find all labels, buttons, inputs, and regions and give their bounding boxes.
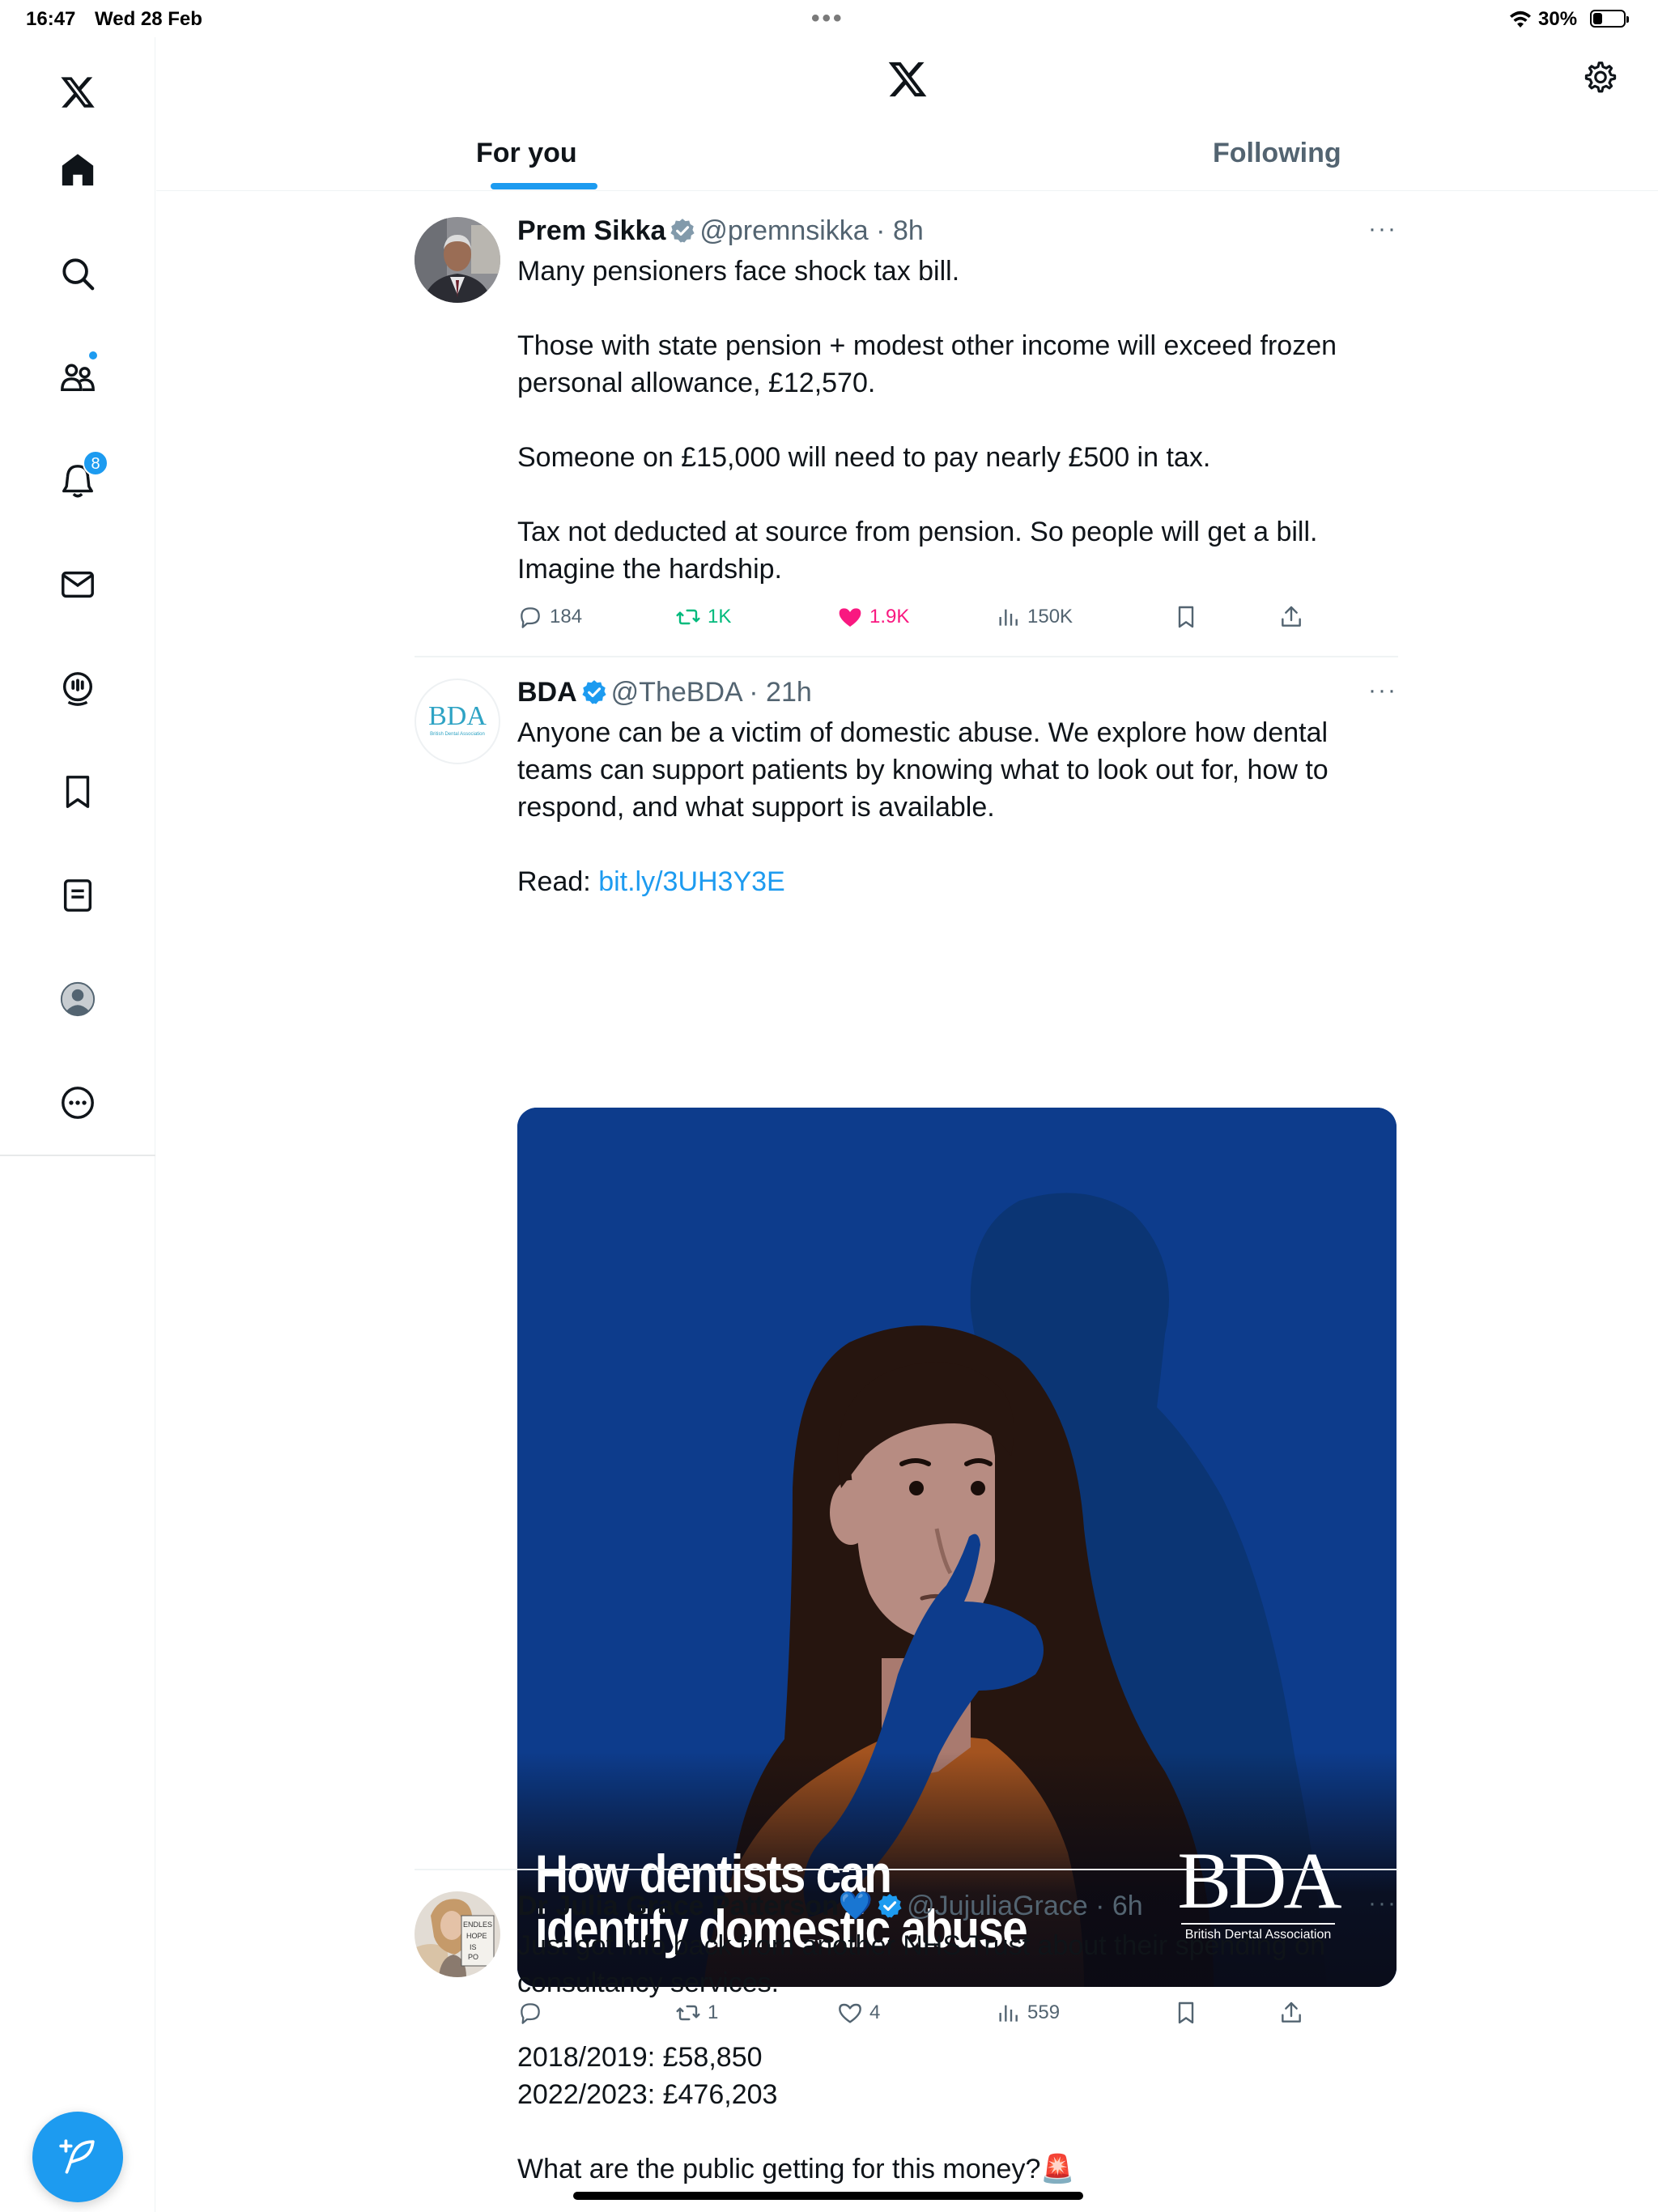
more-options-icon[interactable]: ··· — [1368, 215, 1397, 243]
avatar[interactable] — [414, 217, 500, 303]
verified-badge-icon — [582, 680, 606, 704]
notifications-badge: 8 — [83, 450, 108, 476]
tweet-time[interactable]: 8h — [893, 215, 924, 246]
wifi-icon — [1510, 11, 1531, 28]
more-options-icon[interactable]: ··· — [1368, 1890, 1397, 1917]
spaces-icon — [62, 672, 93, 706]
share-button[interactable] — [1278, 601, 1304, 633]
reply-button[interactable]: 184 — [517, 601, 582, 633]
nav-lists[interactable] — [45, 863, 110, 928]
avatar[interactable]: ENDLES HOPE IS PO — [414, 1891, 500, 1977]
svg-text:IS: IS — [470, 1943, 477, 1951]
bookmark-icon — [66, 776, 90, 808]
tab-following[interactable]: Following — [1213, 138, 1341, 169]
verified-badge-icon — [670, 219, 695, 243]
tweet-actions: 184 1K 1.9K 150K — [517, 601, 1367, 633]
bookmark-button[interactable] — [1173, 601, 1199, 633]
tweet-author-name[interactable]: Prem Sikka — [517, 215, 665, 246]
avatar[interactable]: BDA British Dental Association — [414, 678, 500, 764]
home-icon — [62, 154, 94, 186]
tweet-media-image[interactable]: How dentists can identify domestic abuse… — [517, 1108, 1397, 1987]
timeline-header: For you Following — [156, 37, 1658, 191]
tweet-header: Dr Julia Grace Patterson💙 @JujuliaGrace ·… — [517, 1891, 1143, 1921]
more-circle-icon — [62, 1087, 94, 1119]
tweet-header: Prem Sikka @premnsikka · 8h — [517, 215, 924, 246]
communities-icon — [61, 364, 95, 392]
communities-dot — [87, 350, 99, 361]
nav-home[interactable] — [45, 138, 110, 202]
svg-text:PO: PO — [468, 1953, 478, 1961]
home-indicator[interactable] — [573, 2192, 1083, 2200]
nav-notifications[interactable]: 8 — [45, 449, 110, 513]
retweet-button[interactable]: 1K — [675, 601, 731, 633]
like-button[interactable]: 1.9K — [837, 601, 909, 633]
nav-bookmarks[interactable] — [45, 759, 110, 824]
tweet-text: Many pensioners face shock tax bill. Tho… — [517, 256, 1337, 585]
battery-icon — [1590, 10, 1629, 28]
nav-spaces[interactable] — [45, 656, 110, 721]
gear-icon[interactable] — [1583, 60, 1618, 96]
tweet-author-name[interactable]: BDA — [517, 677, 577, 708]
share-icon — [1282, 606, 1301, 627]
tweet-handle[interactable]: @premnsikka — [699, 215, 868, 246]
tweet-divider — [414, 656, 1398, 657]
verified-badge-icon — [878, 1894, 902, 1918]
status-bar: 16:47 Wed 28 Feb ••• 30% — [0, 0, 1658, 37]
svg-text:HOPE: HOPE — [466, 1932, 487, 1940]
list-icon — [63, 879, 92, 912]
tweet-link[interactable]: bit.ly/3UH3Y3E — [598, 866, 785, 897]
nav-communities[interactable] — [45, 345, 110, 410]
tab-for-you[interactable]: For you — [476, 138, 577, 169]
views-bar-chart-icon — [999, 609, 1018, 626]
mail-icon — [62, 571, 94, 598]
heart-filled-icon — [839, 608, 861, 627]
more-options-icon[interactable]: ··· — [1368, 677, 1397, 704]
tweet-header: BDA @TheBDA · 21h — [517, 677, 812, 708]
nav-messages[interactable] — [45, 552, 110, 617]
active-tab-indicator — [491, 183, 597, 189]
x-logo-icon[interactable] — [885, 58, 930, 100]
tweet-handle[interactable]: @JujuliaGrace — [907, 1891, 1088, 1921]
compose-button[interactable] — [32, 2112, 123, 2202]
bookmark-icon — [1178, 606, 1194, 628]
svg-text:ENDLES: ENDLES — [463, 1921, 492, 1929]
tweet-text: Anyone can be a victim of domestic abuse… — [517, 717, 1329, 897]
multitasking-dots-icon[interactable]: ••• — [811, 5, 844, 32]
retweet-icon — [676, 609, 700, 625]
sidebar: 8 — [0, 37, 155, 2212]
tweet-author-name[interactable]: Dr Julia Grace Patterson💙 — [517, 1891, 873, 1921]
reply-icon — [521, 607, 540, 628]
tweet-text: Just got info back from another NHS Trus… — [517, 1930, 1325, 2184]
nav-explore[interactable] — [45, 241, 110, 306]
nav-profile[interactable] — [45, 967, 110, 1032]
tweet-handle[interactable]: @TheBDA — [611, 677, 742, 708]
sidebar-divider — [0, 1155, 155, 1156]
tweet-divider — [414, 1869, 1398, 1870]
search-icon — [62, 258, 95, 291]
tweet-time[interactable]: 21h — [766, 677, 812, 708]
status-date: Wed 28 Feb — [95, 8, 202, 30]
x-logo-icon[interactable] — [45, 60, 110, 125]
battery-percent: 30% — [1538, 8, 1578, 30]
views-button[interactable]: 150K — [995, 601, 1073, 633]
feather-plus-icon — [59, 2139, 95, 2174]
status-time: 16:47 — [26, 8, 76, 30]
profile-icon — [60, 981, 96, 1017]
tweet-time[interactable]: 6h — [1112, 1891, 1143, 1921]
nav-more[interactable] — [45, 1070, 110, 1135]
